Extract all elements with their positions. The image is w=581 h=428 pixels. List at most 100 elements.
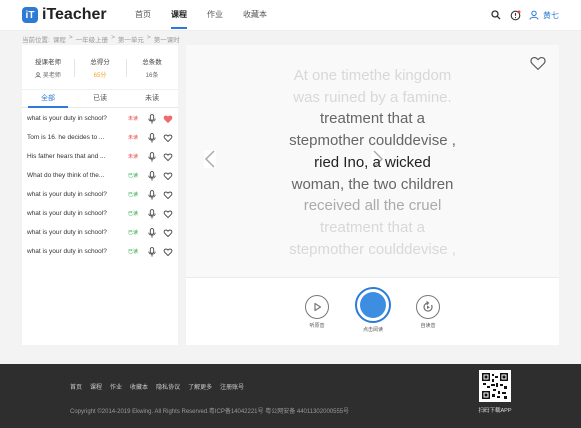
list-item-text: Tom is 16. he decides to ... [27,134,105,141]
tab-read[interactable]: 已读 [74,90,126,107]
microphone-icon[interactable] [147,113,157,124]
qr-code-icon [479,370,511,402]
tab-all[interactable]: 全部 [22,90,74,108]
list-item[interactable]: what is your duty in school? 已读 [22,204,178,223]
sentence-list: what is your duty in school? 未读 Tom is 16.… [22,108,178,261]
playback-controls: 听原音 点击阅读 自读音 [186,283,559,345]
stat-label: 总条数 [142,58,162,66]
prev-arrow-icon[interactable] [204,150,216,168]
stat-score: 总得分 65分 [74,45,126,89]
nav-homework[interactable]: 作业 [207,0,223,31]
text-line: received all the cruel [303,197,442,215]
list-item[interactable]: Tom is 16. he decides to ... 未读 [22,128,178,147]
heart-icon[interactable] [163,228,173,238]
listen-original-button[interactable]: 听原音 [305,295,329,329]
footer-link-homework[interactable]: 作业 [110,382,122,391]
top-header: iT iTeacher 首页 课程 作业 收藏本 黄七 [0,0,581,31]
stat-teacher: 授课老师 吴老师 [22,45,74,89]
status-badge: 已读 [127,211,138,217]
replay-icon [416,295,440,319]
stat-count: 总条数 16条 [126,45,178,89]
list-item-text: what is your duty in school? [27,191,107,198]
list-item[interactable]: what is your duty in school? 已读 [22,185,178,204]
nav-favorites[interactable]: 收藏本 [243,0,267,31]
footer-link-courses[interactable]: 课程 [90,382,102,391]
heart-icon[interactable] [163,171,173,181]
self-read-button[interactable]: 自读音 [416,295,440,329]
footer-link-register[interactable]: 注册账号 [220,382,244,391]
logo[interactable]: iT iTeacher [22,6,107,24]
text-line: stepmother coulddevise , [289,240,456,258]
text-line: treatment that a [319,218,426,236]
copyright: Copyright ©2014-2019 Ekwing. All Rights … [70,409,350,415]
microphone-icon[interactable] [147,189,157,200]
text-line: stepmother coulddevise , [289,132,456,150]
current-text-line: ried Ino, a wicked [314,153,431,171]
heart-icon[interactable] [163,133,173,143]
stat-label: 总得分 [90,58,110,66]
teacher-name: 吴老师 [42,72,61,79]
breadcrumb-prefix: 当前位置: [22,37,50,44]
reader-panel: At one timethe kingdom was ruined by a f… [186,45,559,345]
header-actions: 黄七 [483,9,559,21]
nav-home[interactable]: 首页 [135,0,151,31]
list-item[interactable]: His father hears that and ... 未读 [22,147,178,166]
list-item[interactable]: what is your duty in school? 未读 [22,109,178,128]
breadcrumb-current: 第一课时 [153,37,180,44]
reading-text: At one timethe kingdom was ruined by a f… [246,65,499,260]
breadcrumb: 当前位置: 课程 > 一年级上册 > 第一单元 > 第一课时 [22,34,183,44]
heart-icon[interactable] [163,247,173,257]
filter-tabs: 全部 已读 未读 [22,90,178,108]
list-item-text: what is your duty in school? [27,229,107,236]
read-button[interactable]: 点击阅读 [355,287,391,333]
breadcrumb-separator: > [68,34,73,41]
list-item[interactable]: what is your duty in school? 已读 [22,223,178,242]
teacher-icon [35,71,41,78]
stat-value: 吴老师 [35,70,61,79]
microphone-icon[interactable] [147,151,157,162]
search-icon[interactable] [490,9,502,21]
text-line: treatment that a [319,110,426,128]
microphone-icon[interactable] [147,227,157,238]
status-badge: 已读 [127,249,138,255]
record-icon [355,287,391,323]
text-line: woman, the two children [291,175,454,193]
list-item-text: what is your duty in school? [27,210,107,217]
list-item[interactable]: what is your duty in school? 已读 [22,242,178,261]
breadcrumb-item[interactable]: 课程 [53,34,66,44]
status-badge: 已读 [127,230,138,236]
microphone-icon[interactable] [147,170,157,181]
user-name[interactable]: 黄七 [543,10,559,21]
nav-courses[interactable]: 课程 [171,0,187,31]
footer-link-home[interactable]: 首页 [70,382,82,391]
list-item-text: What do they think of the... [27,172,105,179]
microphone-icon[interactable] [147,208,157,219]
footer: 首页 课程 作业 收藏本 隐私协议 了解更多 注册账号 Copyright ©2… [0,364,581,428]
list-item[interactable]: What do they think of the... 已读 [22,166,178,185]
tab-unread[interactable]: 未读 [126,90,178,107]
footer-link-more[interactable]: 了解更多 [188,382,212,391]
heart-icon[interactable] [163,209,173,219]
status-badge: 未读 [127,116,138,122]
list-item-text: what is your duty in school? [27,248,107,255]
breadcrumb-item[interactable]: 一年级上册 [76,34,109,44]
footer-link-privacy[interactable]: 隐私协议 [156,382,180,391]
stats-bar: 授课老师 吴老师 总得分 65分 总条数 16条 [22,45,178,90]
notification-icon[interactable] [509,9,521,21]
breadcrumb-item[interactable]: 第一单元 [118,34,144,44]
status-badge: 未读 [127,135,138,141]
heart-filled-icon[interactable] [163,114,173,124]
microphone-icon[interactable] [147,246,157,257]
heart-icon[interactable] [163,190,173,200]
favorite-heart-icon[interactable] [529,54,547,72]
status-badge: 已读 [127,192,138,198]
logo-text: iTeacher [42,6,107,23]
user-icon[interactable] [528,9,540,21]
stat-value: 65分 [93,72,107,79]
microphone-icon[interactable] [147,132,157,143]
footer-link-favorites[interactable]: 收藏本 [130,382,148,391]
heart-icon[interactable] [163,152,173,162]
main-nav: 首页 课程 作业 收藏本 [135,0,287,31]
status-badge: 已读 [127,173,138,179]
stat-value: 16条 [145,72,159,79]
